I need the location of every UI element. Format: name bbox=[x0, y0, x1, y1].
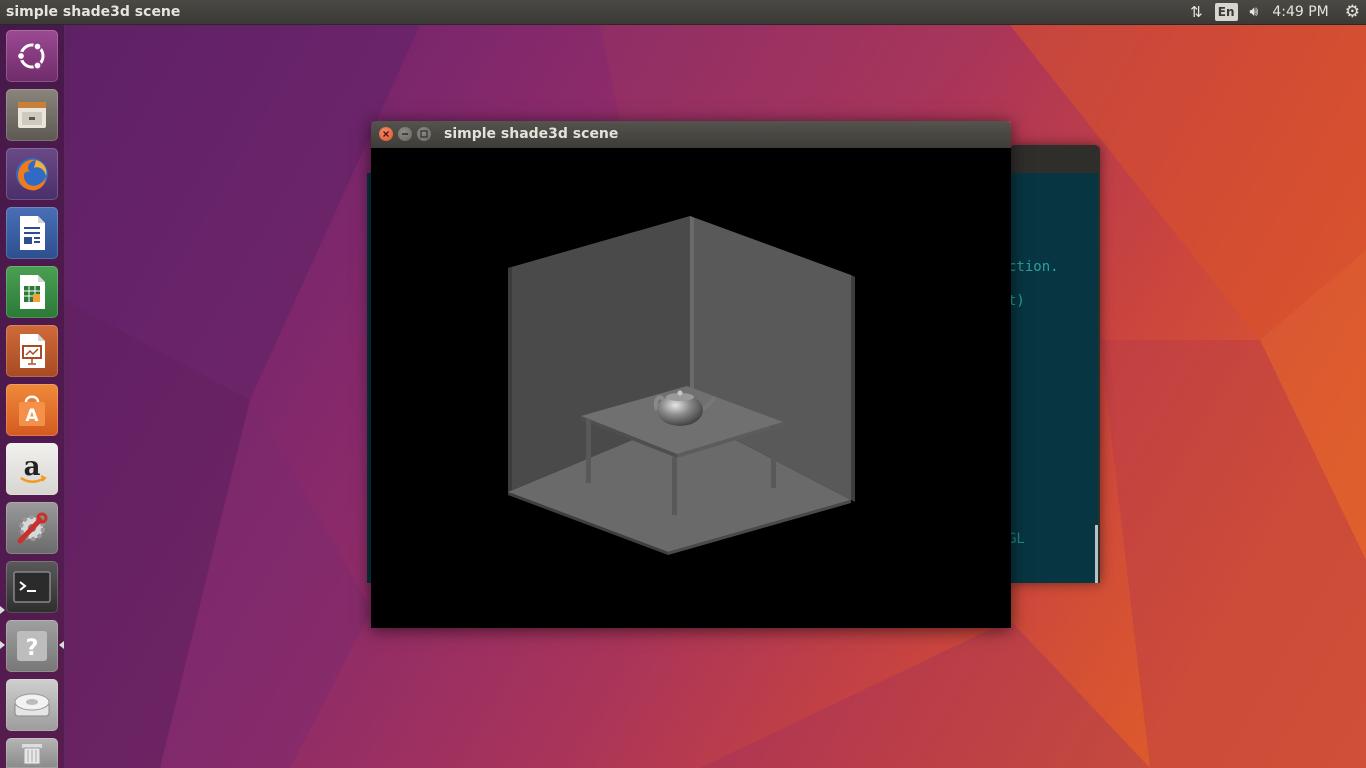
launcher-disk[interactable] bbox=[6, 679, 58, 731]
indicator-area: ⇅ En 🔊︎ 4:49 PM ⚙ bbox=[1184, 0, 1366, 24]
table-leg-front bbox=[672, 457, 677, 515]
terminal-prompt-icon bbox=[13, 571, 51, 603]
window-titlebar[interactable]: simple shade3d scene bbox=[371, 121, 1011, 148]
maximize-button[interactable] bbox=[417, 127, 431, 141]
network-icon[interactable]: ⇅ bbox=[1190, 0, 1203, 24]
left-wall-edge bbox=[508, 267, 512, 494]
minimize-button[interactable] bbox=[398, 127, 412, 141]
language-label: En bbox=[1214, 3, 1238, 21]
impress-presentation-icon bbox=[20, 334, 45, 368]
terminal-output[interactable]: ction. t) GL bbox=[1010, 173, 1098, 583]
launcher-amazon[interactable]: a bbox=[6, 443, 58, 495]
minimize-icon bbox=[402, 133, 408, 135]
launcher-files[interactable] bbox=[6, 89, 58, 141]
shade3d-scene-window[interactable]: simple shade3d scene bbox=[371, 121, 1011, 628]
firefox-icon bbox=[16, 158, 48, 191]
shopping-bag-icon: A bbox=[19, 395, 45, 426]
ubuntu-logo-icon bbox=[16, 42, 45, 70]
terminal-window[interactable]: ction. t) GL bbox=[1010, 145, 1100, 583]
volume-icon[interactable]: 🔊︎ bbox=[1250, 0, 1259, 24]
launcher-trash[interactable] bbox=[6, 738, 58, 768]
launcher-libreoffice-impress[interactable] bbox=[6, 325, 58, 377]
hard-disk-icon bbox=[14, 693, 50, 717]
clock[interactable]: 4:49 PM bbox=[1272, 0, 1328, 24]
settings-wrench-gear-icon bbox=[17, 512, 48, 544]
terminal-line: t) bbox=[1010, 293, 1025, 309]
launcher-help[interactable]: ? bbox=[6, 620, 58, 672]
close-button[interactable] bbox=[379, 127, 393, 141]
launcher-ubuntu-dash[interactable] bbox=[6, 30, 58, 82]
calc-spreadsheet-icon bbox=[20, 275, 45, 309]
help-active-indicator bbox=[59, 641, 64, 649]
launcher-libreoffice-calc[interactable] bbox=[6, 266, 58, 318]
writer-document-icon bbox=[20, 216, 45, 250]
top-panel: simple shade3d scene ⇅ En 🔊︎ 4:49 PM ⚙ bbox=[0, 0, 1366, 25]
table-leg-right bbox=[771, 425, 776, 488]
launcher-terminal[interactable] bbox=[6, 561, 58, 613]
terminal-scrollbar[interactable] bbox=[1095, 525, 1098, 583]
launcher-system-settings[interactable] bbox=[6, 502, 58, 554]
session-gear-icon[interactable]: ⚙ bbox=[1345, 0, 1360, 24]
terminal-line: GL bbox=[1010, 531, 1025, 547]
window-title: simple shade3d scene bbox=[444, 126, 619, 142]
render-canvas[interactable] bbox=[371, 148, 1011, 628]
file-cabinet-icon bbox=[18, 102, 46, 128]
active-app-title: simple shade3d scene bbox=[6, 4, 181, 20]
3d-scene bbox=[508, 216, 855, 555]
terminal-running-indicator bbox=[0, 606, 5, 614]
right-wall-edge bbox=[851, 275, 855, 502]
help-question-icon: ? bbox=[17, 631, 47, 661]
svg-text:A: A bbox=[25, 406, 39, 426]
launcher-libreoffice-writer[interactable] bbox=[6, 207, 58, 259]
trash-icon bbox=[22, 744, 42, 765]
table-leg-left bbox=[586, 419, 591, 483]
launcher-ubuntu-software[interactable]: A bbox=[6, 384, 58, 436]
close-icon bbox=[382, 130, 390, 138]
terminal-line: ction. bbox=[1010, 259, 1059, 275]
help-running-indicator bbox=[0, 641, 5, 649]
svg-text:a: a bbox=[24, 452, 41, 482]
svg-text:?: ? bbox=[26, 636, 39, 661]
keyboard-layout-indicator[interactable]: En bbox=[1214, 0, 1238, 24]
unity-launcher: A a ? bbox=[0, 25, 65, 768]
amazon-logo-icon: a bbox=[20, 452, 47, 483]
launcher-firefox[interactable] bbox=[6, 148, 58, 200]
maximize-icon bbox=[420, 130, 428, 138]
